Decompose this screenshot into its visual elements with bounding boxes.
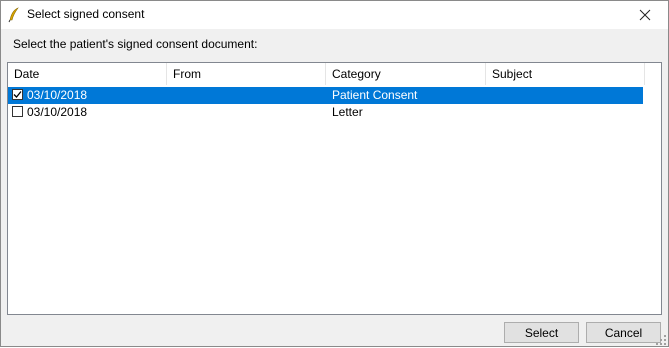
resize-grip-icon[interactable] [656,334,666,345]
cell-category: Letter [332,105,363,119]
consent-document-list[interactable]: Date From Category Subject 03/10/2018 Pa… [7,62,662,315]
row-checkbox[interactable] [12,106,23,117]
cell-date: 03/10/2018 [27,88,88,102]
dialog-window: Select signed consent Select the patient… [0,0,669,347]
title-bar[interactable]: Select signed consent [1,1,668,29]
list-header: Date From Category Subject [8,63,661,85]
cancel-button[interactable]: Cancel [586,322,661,343]
row-checkbox[interactable] [12,89,23,100]
select-button[interactable]: Select [504,322,579,343]
table-row[interactable]: 03/10/2018 Patient Consent [8,87,643,104]
column-header-from[interactable]: From [167,63,326,85]
column-header-category[interactable]: Category [326,63,486,85]
feather-pen-icon [7,7,21,23]
table-row[interactable]: 03/10/2018 Letter [8,104,643,121]
instruction-text: Select the patient's signed consent docu… [13,37,258,51]
close-icon[interactable] [622,1,668,29]
column-header-subject[interactable]: Subject [486,63,645,85]
window-title: Select signed consent [27,7,145,21]
cell-date: 03/10/2018 [27,105,88,119]
column-header-date[interactable]: Date [8,63,167,85]
cell-category: Patient Consent [332,88,418,102]
